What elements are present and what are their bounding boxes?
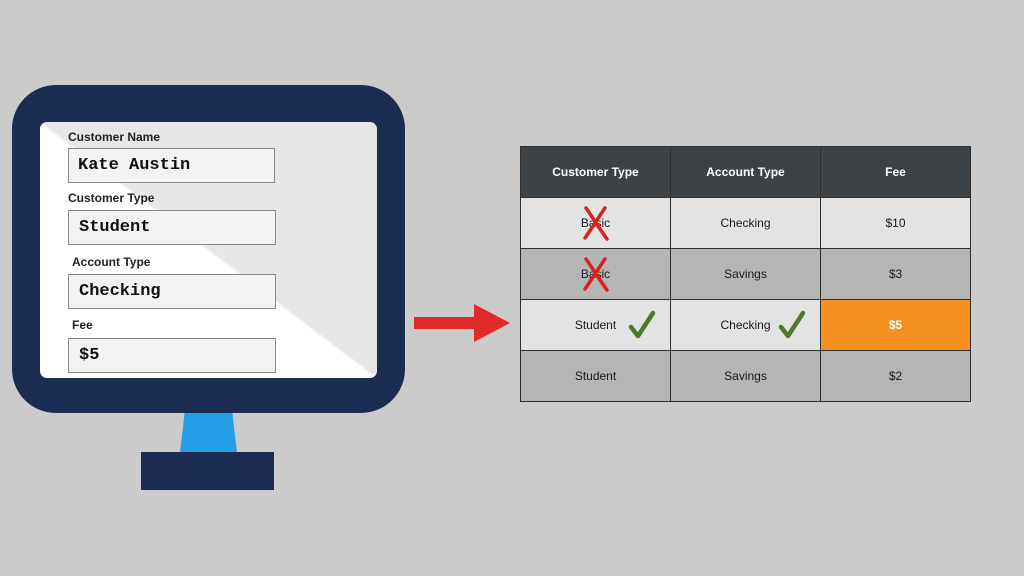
customer-name-field[interactable]: Kate Austin	[68, 148, 275, 183]
customer-type-label: Customer Type	[68, 191, 155, 205]
customer-type-cell: Student	[520, 299, 671, 351]
monitor-stand-neck	[180, 413, 237, 453]
monitor-screen: Customer Name Kate Austin Customer Type …	[40, 122, 377, 378]
customer-type-value: Student	[574, 318, 617, 332]
table-row-selected: Student Checking $5	[520, 299, 971, 351]
header-account-type: Account Type	[670, 146, 821, 198]
fee-cell: $2	[820, 350, 971, 402]
account-type-cell: Savings	[670, 248, 821, 300]
customer-type-value: Basic	[580, 267, 611, 281]
fee-field[interactable]: $5	[68, 338, 276, 373]
account-type-label: Account Type	[72, 255, 151, 269]
header-fee: Fee	[820, 146, 971, 198]
customer-name-label: Customer Name	[68, 130, 161, 144]
customer-type-cell: Basic	[520, 197, 671, 249]
check-icon	[778, 310, 806, 339]
customer-type-cell: Basic	[520, 248, 671, 300]
monitor-stand-base	[141, 452, 274, 490]
fee-cell-highlighted: $5	[820, 299, 971, 351]
fee-label: Fee	[72, 318, 93, 332]
check-icon	[628, 310, 656, 339]
account-type-cell: Checking	[670, 197, 821, 249]
table-row: Basic Checking $10	[520, 197, 971, 249]
fee-table: Customer Type Account Type Fee Basic Che…	[520, 146, 971, 402]
customer-type-value: Basic	[580, 216, 611, 230]
header-customer-type: Customer Type	[520, 146, 671, 198]
fee-cell: $3	[820, 248, 971, 300]
table-header-row: Customer Type Account Type Fee	[520, 146, 971, 198]
account-type-cell: Checking	[670, 299, 821, 351]
table-row: Basic Savings $3	[520, 248, 971, 300]
fee-cell: $10	[820, 197, 971, 249]
customer-type-cell: Student	[520, 350, 671, 402]
account-type-cell: Savings	[670, 350, 821, 402]
table-row: Student Savings $2	[520, 350, 971, 402]
account-type-value: Checking	[720, 318, 771, 332]
account-type-field[interactable]: Checking	[68, 274, 276, 309]
right-arrow-icon	[414, 304, 510, 342]
customer-type-field[interactable]: Student	[68, 210, 276, 245]
